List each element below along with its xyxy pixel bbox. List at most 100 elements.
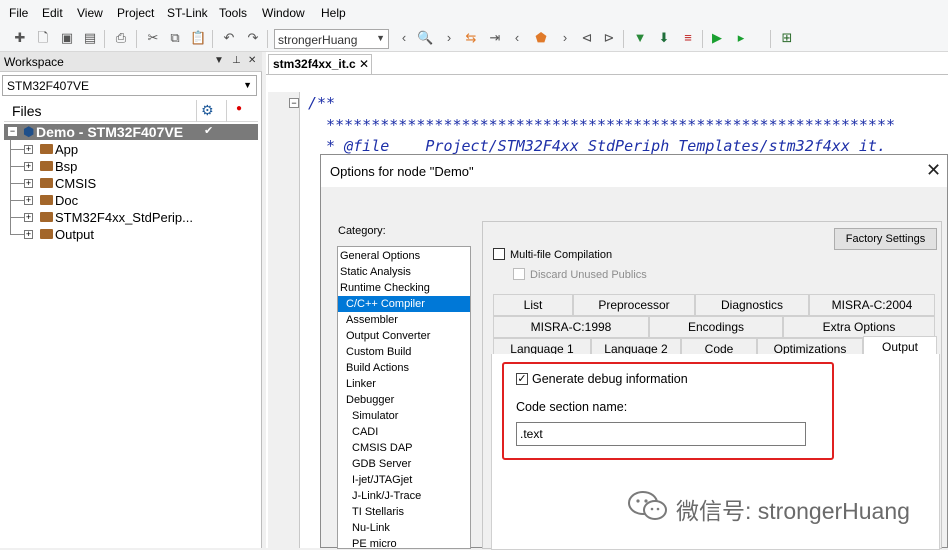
category-item[interactable]: Static Analysis xyxy=(338,264,470,280)
back-icon[interactable]: ‹ xyxy=(509,30,525,46)
category-list: General Options Static Analysis Runtime … xyxy=(337,246,471,549)
tree-item[interactable]: + CMSIS xyxy=(10,175,250,192)
dropdown-icon[interactable]: ▼ xyxy=(214,55,224,66)
breakpoint-icon: ● xyxy=(236,103,243,114)
discard-checkbox xyxy=(513,268,525,280)
tree-root-row[interactable]: − ⬢ Demo - STM32F407VE ✔ xyxy=(4,124,258,140)
paste-icon[interactable]: 📋 xyxy=(190,30,206,46)
category-item[interactable]: CADI xyxy=(338,424,470,440)
category-item[interactable]: CMSIS DAP xyxy=(338,440,470,456)
menu-window[interactable]: Window xyxy=(262,6,305,20)
category-item[interactable]: Assembler xyxy=(338,312,470,328)
expand-icon[interactable]: + xyxy=(24,196,33,205)
redo-icon[interactable]: ↷ xyxy=(245,30,261,46)
find-prev-icon[interactable]: ‹ xyxy=(396,30,412,46)
category-item[interactable]: Runtime Checking xyxy=(338,280,470,296)
editor-gutter xyxy=(268,92,300,548)
wechat-icon xyxy=(628,491,667,520)
pin-icon[interactable]: ⊥ xyxy=(232,55,241,66)
goto-line-icon[interactable]: ⇥ xyxy=(487,30,503,46)
menu-view[interactable]: View xyxy=(77,6,103,20)
fold-icon[interactable]: − xyxy=(289,98,299,108)
category-item[interactable]: Debugger xyxy=(338,392,470,408)
category-item[interactable]: General Options xyxy=(338,248,470,264)
expand-icon[interactable]: + xyxy=(24,179,33,188)
folder-icon xyxy=(40,161,53,171)
tree-item[interactable]: + Doc xyxy=(10,192,250,209)
menu-tools[interactable]: Tools xyxy=(219,6,247,20)
stop-build-icon[interactable]: ≡ xyxy=(680,30,696,46)
multifile-checkbox[interactable] xyxy=(493,248,505,260)
configuration-select[interactable]: STM32F407VE ▼ xyxy=(2,75,257,96)
category-item[interactable]: GDB Server xyxy=(338,456,470,472)
extension-icon[interactable]: ⊞ xyxy=(779,30,795,46)
copy-icon[interactable]: ⧉ xyxy=(167,30,183,46)
find-combo[interactable]: strongerHuang ▼ xyxy=(274,29,389,49)
menu-help[interactable]: Help xyxy=(321,6,346,20)
bookmark-icon[interactable]: ⬟ xyxy=(533,30,549,46)
menu-file[interactable]: File xyxy=(9,6,28,20)
category-item[interactable]: Build Actions xyxy=(338,360,470,376)
category-item-selected[interactable]: C/C++ Compiler xyxy=(338,296,470,312)
tab-extra-options[interactable]: Extra Options xyxy=(783,316,935,338)
menu-st-link[interactable]: ST-Link xyxy=(167,6,208,20)
code-section-value: .text xyxy=(520,427,543,441)
category-item[interactable]: PE micro xyxy=(338,536,470,548)
check-icon: ✔ xyxy=(204,125,214,137)
close-icon[interactable]: ✕ xyxy=(359,57,369,71)
menu-project[interactable]: Project xyxy=(117,6,154,20)
generate-debug-checkbox[interactable]: ✓ xyxy=(516,373,528,385)
compile-icon[interactable]: ▼ xyxy=(632,30,648,46)
expand-icon[interactable]: + xyxy=(24,145,33,154)
tree-item[interactable]: + Output xyxy=(10,226,250,243)
category-item[interactable]: Nu-Link xyxy=(338,520,470,536)
forward-icon[interactable]: › xyxy=(557,30,573,46)
category-item[interactable]: Custom Build xyxy=(338,344,470,360)
tree-item-label: CMSIS xyxy=(55,176,97,191)
tab-misra-1998[interactable]: MISRA-C:1998 xyxy=(493,316,649,338)
gear-icon[interactable]: ⚙ xyxy=(201,102,214,119)
cut-icon[interactable]: ✂ xyxy=(145,30,161,46)
find-next-icon[interactable]: › xyxy=(441,30,457,46)
factory-settings-button[interactable]: Factory Settings xyxy=(834,228,937,250)
expand-icon[interactable]: + xyxy=(24,230,33,239)
category-item[interactable]: J-Link/J-Trace xyxy=(338,488,470,504)
undo-icon[interactable]: ↶ xyxy=(221,30,237,46)
search-icon[interactable]: 🔍 xyxy=(417,30,433,46)
make-icon[interactable]: ⬇ xyxy=(656,30,672,46)
tab-diagnostics[interactable]: Diagnostics xyxy=(695,294,809,316)
next-bookmark-icon[interactable]: ⊳ xyxy=(601,30,617,46)
replace-icon[interactable]: ⇆ xyxy=(463,30,479,46)
tree-item[interactable]: + App xyxy=(10,141,250,158)
tree-item[interactable]: + Bsp xyxy=(10,158,250,175)
new-workspace-icon[interactable]: ✚ xyxy=(12,30,28,46)
tab-misra-2004[interactable]: MISRA-C:2004 xyxy=(809,294,935,316)
save-all-icon[interactable]: ▤ xyxy=(82,30,98,46)
tree-item[interactable]: + STM32F4xx_StdPerip... xyxy=(10,209,250,226)
collapse-icon[interactable]: − xyxy=(8,127,17,136)
print-icon[interactable]: ⎙ xyxy=(113,30,129,46)
prev-bookmark-icon[interactable]: ⊲ xyxy=(579,30,595,46)
tab-encodings[interactable]: Encodings xyxy=(649,316,783,338)
tree-item-label: STM32F4xx_StdPerip... xyxy=(55,210,193,225)
category-item[interactable]: TI Stellaris xyxy=(338,504,470,520)
tab-stm32f4xx-it[interactable]: stm32f4xx_it.c ✕ xyxy=(268,54,372,74)
tree-item-label: Doc xyxy=(55,193,79,208)
expand-icon[interactable]: + xyxy=(24,162,33,171)
folder-icon xyxy=(40,195,53,205)
close-icon[interactable]: ✕ xyxy=(248,55,256,66)
expand-icon[interactable]: + xyxy=(24,213,33,222)
category-item[interactable]: Linker xyxy=(338,376,470,392)
tab-list[interactable]: List xyxy=(493,294,573,316)
new-file-icon[interactable]: 🗋 xyxy=(35,30,51,46)
close-icon[interactable]: ✕ xyxy=(926,160,941,181)
code-section-input[interactable]: .text xyxy=(516,422,806,446)
category-item[interactable]: I-jet/JTAGjet xyxy=(338,472,470,488)
tab-preprocessor[interactable]: Preprocessor xyxy=(573,294,695,316)
menu-edit[interactable]: Edit xyxy=(42,6,63,20)
save-icon[interactable]: ▣ xyxy=(59,30,75,46)
debug-no-download-icon[interactable]: ▸ xyxy=(733,30,749,46)
category-item[interactable]: Output Converter xyxy=(338,328,470,344)
category-item[interactable]: Simulator xyxy=(338,408,470,424)
download-debug-icon[interactable]: ▶ xyxy=(709,30,725,46)
